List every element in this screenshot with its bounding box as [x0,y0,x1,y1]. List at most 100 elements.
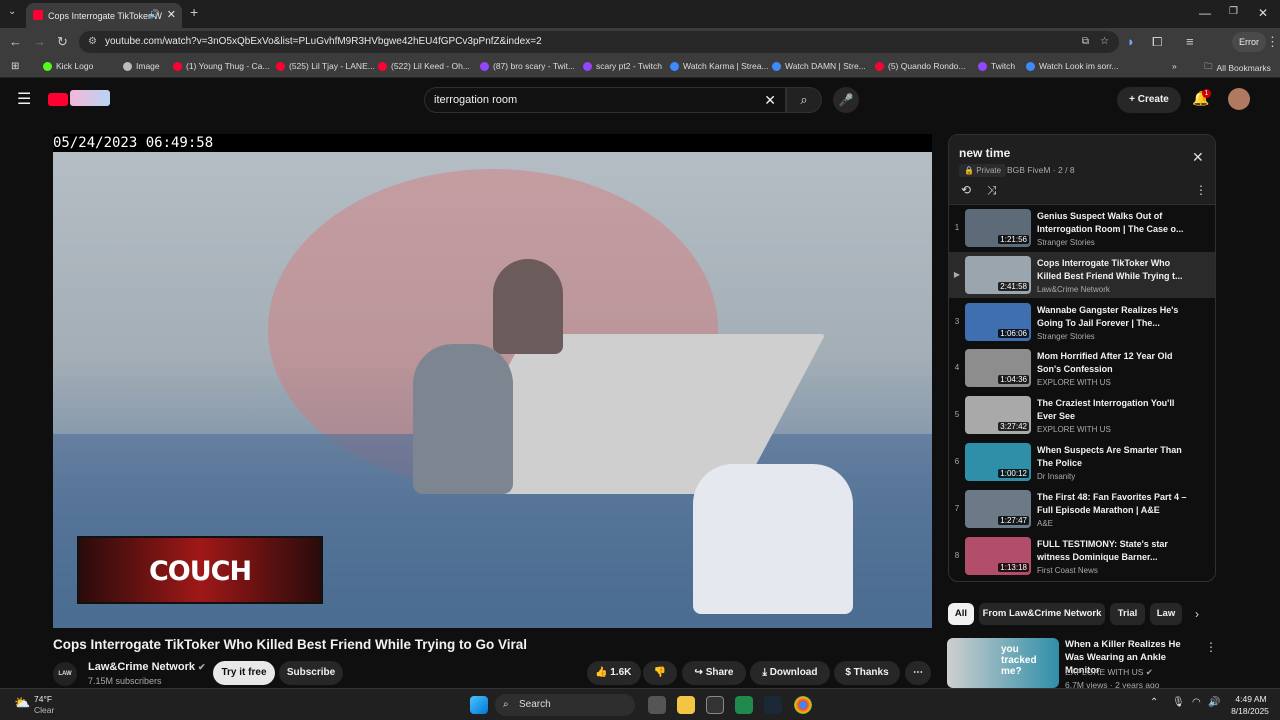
loop-icon[interactable]: ⟲ [961,183,971,197]
error-button[interactable]: Error [1232,32,1266,52]
shuffle-icon[interactable]: ⤨ [987,183,997,198]
task-view-icon[interactable] [648,696,666,714]
playlist-item[interactable]: 6 1:00:12 When Suspects Are Smarter Than T… [949,439,1215,485]
youtube-logo[interactable] [48,93,68,106]
bookmark-item[interactable]: Watch DAMN | Stre... [772,61,866,71]
bookmark-star-icon[interactable]: ☆ [1100,31,1109,53]
filter-chip[interactable]: Trial [1110,603,1145,625]
bookmark-item[interactable]: Kick Logo [43,61,93,71]
account-avatar[interactable] [1228,88,1250,110]
all-bookmarks[interactable]: 🗀 All Bookmarks [1204,61,1271,75]
bookmark-item[interactable]: (522) Lil Keed - Oh... [378,61,470,71]
clock-date[interactable]: 8/18/2025 [1228,706,1272,716]
hamburger-menu-icon[interactable]: ☰ [17,89,31,109]
search-input[interactable]: iterrogation room ✕ [424,87,786,113]
playlist-item[interactable]: 7 1:27:47 The First 48: Fan Favorites Part… [949,486,1215,532]
playlist-item-title[interactable]: Genius Suspect Walks Out of Interrogatio… [1037,210,1187,236]
playlist-item-title[interactable]: When Suspects Are Smarter Than The Polic… [1037,444,1187,470]
create-button[interactable]: + Create [1117,87,1181,113]
bookmark-item[interactable]: Twitch [978,61,1015,71]
playlist-item[interactable]: 8 1:13:18 FULL TESTIMONY: State's star wit… [949,533,1215,579]
bookmark-item[interactable]: (87) bro scary - Twit... [480,61,575,71]
bookmark-item[interactable]: Image [123,61,160,71]
playlist-item-title[interactable]: The Craziest Interrogation You'll Ever S… [1037,397,1187,423]
speaker-icon[interactable]: 🔊 [149,9,160,20]
taskbar-search[interactable]: ⌕ Search [495,694,635,716]
playlist-item-thumbnail[interactable]: 2:41:58 [965,255,1031,294]
playlist-item-title[interactable]: The First 48: Fan Favorites Part 4 – Ful… [1037,491,1187,517]
notion-icon[interactable] [706,696,724,714]
clock-time[interactable]: 4:49 AM [1232,694,1270,704]
share-button[interactable]: ↪ Share [682,661,746,685]
playlist-menu-icon[interactable]: ⋮ [1195,183,1207,197]
download-button[interactable]: ⤓ Download [750,661,830,685]
dislike-button[interactable]: 👎 [643,661,677,685]
playlist-item[interactable]: 5 3:27:42 The Craziest Interrogation You'l… [949,392,1215,438]
playlist-item-thumbnail[interactable]: 1:00:12 [965,443,1031,481]
tray-overflow-icon[interactable]: ⌃ [1150,697,1158,708]
minimize-icon[interactable]: — [1199,6,1211,20]
filter-chip[interactable]: From Law&Crime Network [979,603,1105,625]
recommended-menu-icon[interactable]: ⋮ [1205,640,1217,654]
tab-search-icon[interactable]: ⌄ [8,6,16,17]
chrome-menu-icon[interactable]: ⋮ [1266,34,1279,50]
extensions-puzzle-icon[interactable]: ⧠ [1152,34,1162,50]
close-tab-icon[interactable]: ✕ [167,8,176,21]
like-button[interactable]: 👍 1.6K [587,661,641,685]
subscribe-button[interactable]: Subscribe [279,661,343,685]
playlist-item-thumbnail[interactable]: 1:21:56 [965,209,1031,247]
site-info-icon[interactable]: ⚙ [88,31,97,53]
back-icon[interactable]: ← [9,34,22,49]
new-tab-icon[interactable]: + [190,4,198,20]
bookmarks-overflow-icon[interactable]: » [1172,61,1177,71]
search-icon[interactable]: ⌕ [786,87,822,113]
bookmark-item[interactable]: (1) Young Thug - Ca... [173,61,269,71]
install-app-icon[interactable]: ⧉ [1082,31,1089,53]
close-playlist-icon[interactable]: ✕ [1192,149,1204,166]
bookmark-item[interactable]: (525) Lil Tjay - LANE... [276,61,375,71]
chrome-icon[interactable] [794,696,812,714]
clear-search-icon[interactable]: ✕ [764,88,776,112]
wifi-icon[interactable]: ◠ [1192,697,1201,708]
playlist-item[interactable]: 4 1:04:36 Mom Horrified After 12 Year Old … [949,345,1215,391]
address-bar[interactable]: ⚙ youtube.com/watch?v=3nO5xQbExVo&list=P… [79,31,1119,53]
recommended-thumbnail[interactable]: you tracked me? [947,638,1059,688]
media-control-icon[interactable]: ≡ [1186,34,1194,49]
bookmark-item[interactable]: (5) Quando Rondo... [875,61,966,71]
thanks-button[interactable]: $ Thanks [834,661,900,685]
window-close-icon[interactable]: ✕ [1258,6,1268,20]
reload-icon[interactable]: ↻ [57,34,68,50]
playlist-item-thumbnail[interactable]: 1:06:06 [965,302,1031,341]
windows-start-icon[interactable] [470,696,488,714]
doodle-logo[interactable] [70,90,110,106]
maximize-icon[interactable]: ❐ [1229,6,1238,17]
chips-next-icon[interactable]: › [1195,607,1199,621]
playlist-item-thumbnail[interactable]: 3:27:42 [965,396,1031,435]
filter-chip[interactable]: All [948,603,974,625]
more-actions-icon[interactable]: ⋯ [905,661,931,685]
playlist-item[interactable]: ▶ 2:41:58 Cops Interrogate TikToker Who Ki… [949,251,1215,298]
playlist-item-thumbnail[interactable]: 1:13:18 [965,536,1031,575]
sheets-icon[interactable] [735,696,753,714]
forward-icon[interactable]: → [33,34,46,49]
steam-icon[interactable] [764,696,782,714]
playlist-item-thumbnail[interactable]: 1:04:36 [965,349,1031,388]
channel-avatar[interactable]: LAW CRIME [53,662,77,701]
channel-name[interactable]: Law&Crime Network ✔ [88,661,206,673]
playlist-item[interactable]: 3 1:06:06 Wannabe Gangster Realizes He's G… [949,299,1215,345]
playlist-title[interactable]: new time [959,146,1010,160]
mic-tray-icon[interactable]: 🎙 [1172,697,1185,708]
apps-grid-icon[interactable]: ⊞ [11,61,19,72]
bookmark-item[interactable]: Watch Karma | Strea... [670,61,769,71]
filter-chip[interactable]: Law [1150,603,1182,625]
extension-icon[interactable]: ◗ [1127,34,1135,49]
playlist-item-title[interactable]: Cops Interrogate TikToker Who Killed Bes… [1037,257,1187,283]
weather-icon[interactable]: ⛅ [14,695,30,711]
browser-tab[interactable]: Cops Interrogate TikToker W 🔊 ✕ [26,3,182,28]
file-explorer-icon[interactable] [677,696,695,714]
bookmark-item[interactable]: Watch Look im sorr... [1026,61,1119,71]
playlist-item-thumbnail[interactable]: 1:27:47 [965,489,1031,528]
recommended-channel[interactable]: EXPLORE WITH US ✔ [1065,667,1153,678]
volume-icon[interactable]: 🔊 [1208,697,1220,708]
playlist-item-title[interactable]: Mom Horrified After 12 Year Old Son's Co… [1037,350,1187,376]
